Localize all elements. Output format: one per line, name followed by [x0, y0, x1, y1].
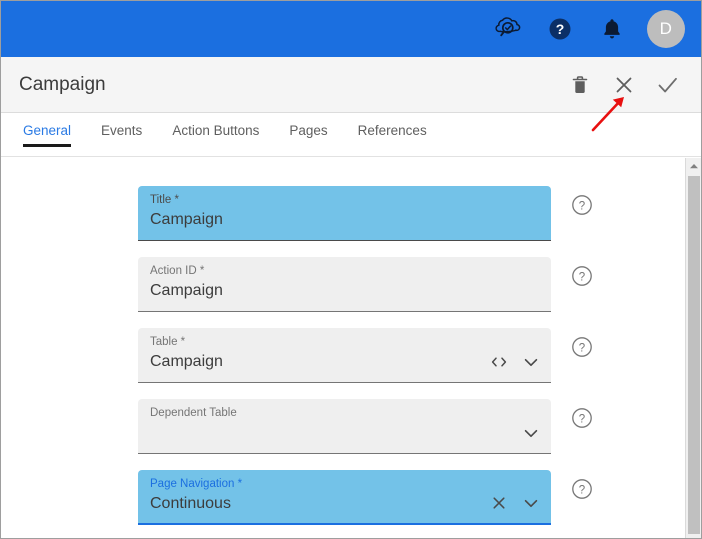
svg-text:?: ? [556, 21, 565, 37]
tab-action-buttons-label: Action Buttons [172, 123, 260, 138]
close-button[interactable] [605, 66, 643, 104]
tab-general[interactable]: General [23, 123, 72, 147]
help-icon-dependent-table[interactable]: ? [571, 407, 593, 429]
help-icon-title[interactable]: ? [571, 194, 593, 216]
svg-text:?: ? [579, 484, 585, 496]
page-navigation-field-label: Page Navigation * [150, 478, 243, 490]
dependent-table-field-adornments [521, 423, 541, 443]
dependent-table-field[interactable]: Dependent Table [138, 399, 551, 454]
dependent-table-field-label: Dependent Table [150, 407, 237, 419]
field-row-dependent-table: Dependent Table ? [1, 399, 685, 454]
help-circle-icon[interactable]: ? [543, 12, 577, 46]
field-row-page-navigation: Page Navigation * Continuous ? [1, 470, 685, 525]
field-row-action-id: Action ID * Campaign ? [1, 257, 685, 312]
avatar-initial: D [659, 19, 673, 38]
avatar[interactable]: D [647, 10, 685, 48]
scroll-up-arrow-icon[interactable] [686, 158, 701, 174]
chevron-down-icon[interactable] [521, 493, 541, 513]
tab-pages-label: Pages [289, 123, 328, 138]
page-title: Campaign [19, 73, 106, 95]
scrollbar-thumb[interactable] [688, 176, 700, 534]
help-icon-action-id[interactable]: ? [571, 265, 593, 287]
chevron-down-icon[interactable] [521, 352, 541, 372]
application-window: ? D Campaign General Events Action Butto… [0, 0, 702, 539]
top-app-bar: ? D [1, 1, 701, 57]
table-field-value: Campaign [150, 353, 223, 370]
tab-events-label: Events [101, 123, 143, 138]
svg-text:?: ? [579, 342, 585, 354]
page-navigation-field-value: Continuous [150, 495, 231, 512]
field-row-title: Title * Campaign ? [1, 186, 685, 241]
tab-references-label: References [357, 123, 427, 138]
confirm-button[interactable] [649, 66, 687, 104]
svg-text:?: ? [579, 413, 585, 425]
tab-general-label: General [23, 123, 72, 138]
title-field[interactable]: Title * Campaign [138, 186, 551, 241]
svg-text:?: ? [579, 200, 585, 212]
tab-bar: General Events Action Buttons Pages Refe… [1, 113, 701, 157]
action-id-field[interactable]: Action ID * Campaign [138, 257, 551, 312]
clear-x-icon[interactable] [489, 493, 509, 513]
tab-action-buttons[interactable]: Action Buttons [172, 123, 259, 147]
action-id-field-value: Campaign [150, 282, 223, 299]
form-content-area: Title * Campaign ? Action ID * Campaign [1, 158, 685, 538]
svg-text:?: ? [579, 271, 585, 283]
table-field[interactable]: Table * Campaign [138, 328, 551, 383]
table-field-adornments [489, 352, 541, 372]
page-toolbar: Campaign [1, 57, 701, 113]
page-navigation-field[interactable]: Page Navigation * Continuous [138, 470, 551, 525]
title-field-label: Title * [150, 194, 179, 206]
help-icon-table[interactable]: ? [571, 336, 593, 358]
tab-events[interactable]: Events [101, 123, 142, 147]
chevron-down-icon[interactable] [521, 423, 541, 443]
tab-pages[interactable]: Pages [289, 123, 327, 147]
cloud-search-icon[interactable] [491, 12, 525, 46]
vertical-scrollbar[interactable] [685, 158, 701, 538]
code-icon[interactable] [489, 352, 509, 372]
title-field-value: Campaign [150, 211, 223, 228]
table-field-label: Table * [150, 336, 186, 348]
action-id-field-label: Action ID * [150, 265, 205, 277]
tab-references[interactable]: References [358, 123, 427, 147]
field-row-table: Table * Campaign ? [1, 328, 685, 383]
help-icon-page-navigation[interactable]: ? [571, 478, 593, 500]
page-navigation-field-adornments [489, 493, 541, 513]
general-form: Title * Campaign ? Action ID * Campaign [1, 158, 685, 525]
delete-button[interactable] [561, 66, 599, 104]
notification-bell-icon[interactable] [595, 12, 629, 46]
